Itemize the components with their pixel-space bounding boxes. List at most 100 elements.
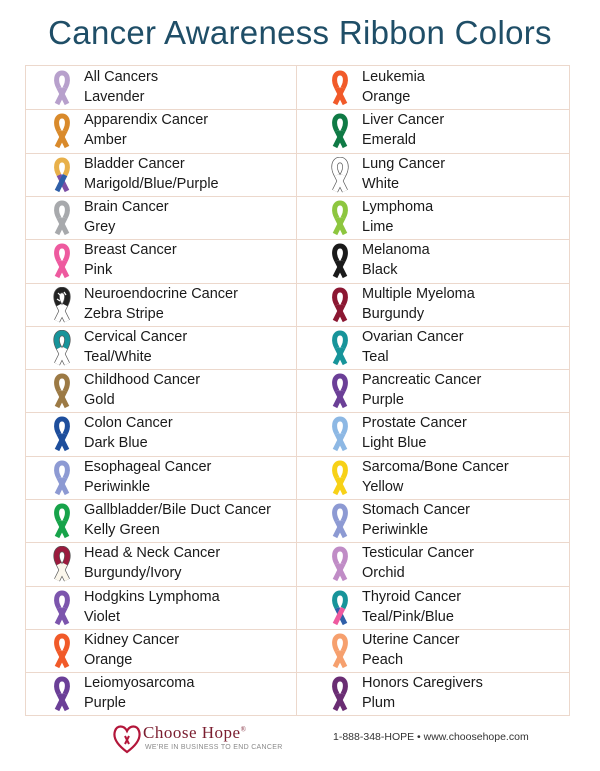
cancer-name: Lung Cancer: [362, 156, 446, 172]
choose-hope-logo: Choose Hope® WE'RE IN BUSINESS TO END CA…: [112, 722, 312, 756]
ribbon-color-name: Yellow: [362, 478, 404, 495]
ribbon-color-name: Peach: [362, 651, 404, 668]
ribbon-entry: Cervical Cancer Teal/White: [26, 326, 291, 369]
ribbon-icon: [51, 633, 73, 669]
ribbon-icon: [51, 676, 73, 712]
cancer-name: Prostate Cancer: [362, 415, 467, 431]
ribbon-icon: [51, 460, 73, 496]
column-divider: [296, 66, 297, 715]
cancer-name: Apparendix Cancer: [84, 112, 209, 128]
row-divider: [26, 542, 569, 543]
ribbon-icon: [329, 590, 351, 626]
ribbon-entry: Apparendix Cancer Amber: [26, 109, 291, 152]
cancer-name: Multiple Myeloma: [362, 286, 475, 302]
page-title: Cancer Awareness Ribbon Colors: [48, 14, 552, 51]
cancer-name: Lymphoma: [362, 199, 434, 215]
heart-ribbon-logo-icon: [113, 725, 141, 754]
ribbon-icon: [51, 373, 73, 409]
ribbon-icon: [51, 157, 73, 193]
ribbon-color-name: Plum: [362, 694, 396, 711]
ribbon-icon: [51, 70, 73, 106]
ribbon-icon: [51, 113, 73, 149]
ribbon-icon: [329, 70, 351, 106]
ribbon-entry: Liver Cancer Emerald: [304, 109, 569, 152]
ribbon-icon: [51, 287, 73, 323]
ribbon-icon: [51, 330, 73, 366]
ribbon-color-name: Orange: [84, 651, 133, 668]
ribbon-color-name: Periwinkle: [84, 478, 151, 495]
ribbon-color-name: Burgundy/Ivory: [84, 564, 182, 581]
ribbon-text: Leiomyosarcoma Purple: [84, 674, 194, 713]
cancer-name: Leukemia: [362, 69, 425, 85]
row-divider: [26, 109, 569, 110]
ribbon-color-name: Periwinkle: [362, 521, 429, 538]
cancer-name: Brain Cancer: [84, 199, 169, 215]
ribbon-text: Lung Cancer White: [362, 155, 445, 194]
ribbon-text: Leukemia Orange: [362, 68, 425, 107]
ribbon-text: All Cancers Lavender: [84, 68, 158, 107]
ribbon-entry: Lung Cancer White: [304, 153, 569, 196]
ribbon-entry: Melanoma Black: [304, 239, 569, 282]
cancer-name: Hodgkins Lymphoma: [84, 589, 220, 605]
cancer-name: Sarcoma/Bone Cancer: [362, 459, 509, 475]
row-divider: [26, 239, 569, 240]
row-divider: [26, 369, 569, 370]
ribbon-text: Colon Cancer Dark Blue: [84, 414, 173, 453]
ribbon-color-name: Violet: [84, 608, 121, 625]
ribbon-text: Esophageal Cancer Periwinkle: [84, 458, 211, 497]
ribbon-color-name: Grey: [84, 218, 116, 235]
ribbon-entry: Hodgkins Lymphoma Violet: [26, 586, 291, 629]
ribbon-entry: Pancreatic Cancer Purple: [304, 369, 569, 412]
ribbon-icon: [51, 546, 73, 582]
ribbon-text: Testicular Cancer Orchid: [362, 544, 474, 583]
row-divider: [26, 456, 569, 457]
ribbon-entry: Honors Caregivers Plum: [304, 672, 569, 715]
ribbon-icon: [329, 113, 351, 149]
ribbon-text: Uterine Cancer Peach: [362, 631, 460, 670]
cancer-name: Cervical Cancer: [84, 329, 188, 345]
ribbon-text: Prostate Cancer Light Blue: [362, 414, 467, 453]
row-divider: [26, 586, 569, 587]
ribbon-entry: Uterine Cancer Peach: [304, 629, 569, 672]
logo-tagline: WE'RE IN BUSINESS TO END CANCER: [145, 744, 283, 751]
ribbon-entry: Thyroid Cancer Teal/Pink/Blue: [304, 586, 569, 629]
ribbon-text: Honors Caregivers Plum: [362, 674, 483, 713]
ribbon-icon: [329, 676, 351, 712]
cancer-name: Neuroendocrine Cancer: [84, 286, 238, 302]
ribbon-color-name: Lime: [362, 218, 394, 235]
ribbon-entry: All Cancers Lavender: [26, 66, 291, 109]
cancer-name: Esophageal Cancer: [84, 459, 212, 475]
ribbon-color-name: Emerald: [362, 131, 416, 148]
row-divider: [26, 153, 569, 154]
cancer-name: Breast Cancer: [84, 242, 177, 258]
ribbon-text: Cervical Cancer Teal/White: [84, 328, 187, 367]
ribbon-icon: [329, 243, 351, 279]
ribbon-icon: [51, 416, 73, 452]
ribbon-entry: Brain Cancer Grey: [26, 196, 291, 239]
cancer-name: Thyroid Cancer: [362, 589, 462, 605]
ribbon-color-name: Light Blue: [362, 434, 427, 451]
contact-info: 1-888-348-HOPE • www.choosehope.com: [333, 731, 529, 743]
ribbon-icon: [329, 503, 351, 539]
row-divider: [26, 629, 569, 630]
ribbon-text: Stomach Cancer Periwinkle: [362, 501, 470, 540]
ribbon-color-name: Burgundy: [362, 305, 425, 322]
ribbon-text: Sarcoma/Bone Cancer Yellow: [362, 458, 509, 497]
ribbon-color-name: Amber: [84, 131, 127, 148]
ribbon-text: Ovarian Cancer Teal: [362, 328, 464, 367]
cancer-name: Gallbladder/Bile Duct Cancer: [84, 502, 271, 518]
ribbon-table: All Cancers Lavender Apparendix Cancer Ambe…: [25, 65, 570, 716]
row-divider: [26, 499, 569, 500]
ribbon-text: Lymphoma Lime: [362, 198, 433, 237]
ribbon-text: Brain Cancer Grey: [84, 198, 169, 237]
ribbon-entry: Gallbladder/Bile Duct Cancer Kelly Green: [26, 499, 291, 542]
ribbon-text: Apparendix Cancer Amber: [84, 111, 208, 150]
ribbon-color-name: Teal/White: [84, 348, 152, 365]
cancer-name: Testicular Cancer: [362, 545, 475, 561]
cancer-name: Ovarian Cancer: [362, 329, 464, 345]
ribbon-icon: [329, 287, 351, 323]
cancer-name: Kidney Cancer: [84, 632, 180, 648]
row-divider: [26, 283, 569, 284]
ribbon-entry: Leukemia Orange: [304, 66, 569, 109]
ribbon-color-name: White: [362, 175, 400, 192]
